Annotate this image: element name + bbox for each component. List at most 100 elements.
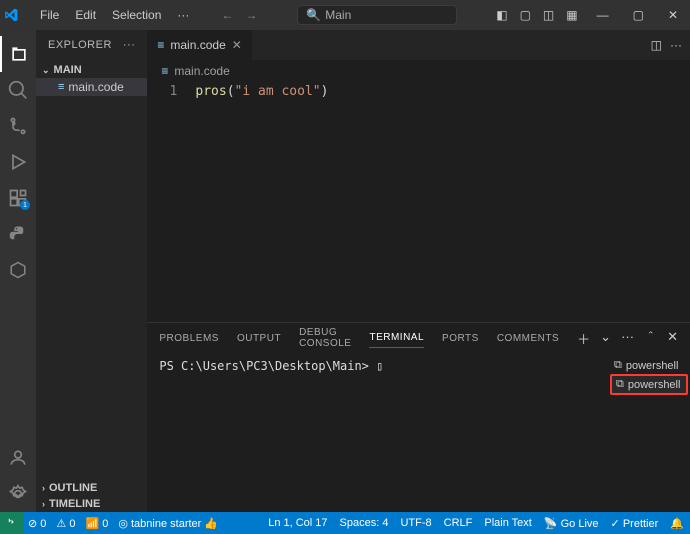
sidebar: EXPLORER ··· ⌄ MAIN ≡ main.code › OUTLIN… <box>36 30 147 512</box>
panel-maximize-icon[interactable]: ＾ <box>644 329 657 348</box>
status-errors[interactable]: ⊘ 0 <box>28 517 46 530</box>
terminal-icon: ⧉ <box>616 378 624 391</box>
maximize-icon[interactable]: ▢ <box>625 8 652 22</box>
terminal-list: ⧉ powershell ⧉ powershell <box>608 353 690 512</box>
vscode-logo-icon <box>4 8 32 22</box>
nav-history: ← → <box>217 8 261 22</box>
terminal-icon: ⧉ <box>614 359 622 372</box>
tab-label: main.code <box>170 38 225 52</box>
editor-area: ≡ main.code ✕ ◫ ··· ≡ main.code 1 pros("… <box>147 30 690 512</box>
activity-bar: 1 <box>0 30 36 512</box>
activity-search[interactable] <box>0 72 36 108</box>
explorer-folder-section: ⌄ MAIN ≡ main.code <box>36 60 147 98</box>
command-center-box[interactable]: 🔍 Main <box>297 5 457 25</box>
outline-header[interactable]: › OUTLINE <box>36 480 147 496</box>
outline-label: OUTLINE <box>49 482 97 494</box>
panel-tab-comments[interactable]: COMMENTS <box>497 329 559 348</box>
terminal-item[interactable]: ⧉ powershell <box>610 357 688 374</box>
file-icon: ≡ <box>157 38 164 52</box>
activity-run-debug[interactable] <box>0 144 36 180</box>
chevron-down-icon: ⌄ <box>42 65 50 76</box>
code-line[interactable]: pros("i am cool") <box>187 82 328 322</box>
timeline-header[interactable]: › TIMELINE <box>36 496 147 512</box>
panel-tab-problems[interactable]: PROBLEMS <box>159 329 219 348</box>
status-cursor-position[interactable]: Ln 1, Col 17 <box>268 517 327 529</box>
activity-settings[interactable] <box>0 476 36 512</box>
explorer-folder-name: MAIN <box>54 64 82 76</box>
status-notifications-icon[interactable]: 🔔 <box>670 517 684 530</box>
panel-tabs: PROBLEMS OUTPUT DEBUG CONSOLE TERMINAL P… <box>147 323 690 353</box>
terminal-name: powershell <box>626 360 679 372</box>
terminal-item-active[interactable]: ⧉ powershell <box>610 374 688 395</box>
status-prettier[interactable]: ✓ Prettier <box>611 517 659 530</box>
activity-extensions[interactable]: 1 <box>0 180 36 216</box>
nav-back-icon[interactable]: ← <box>217 8 237 22</box>
file-item[interactable]: ≡ main.code <box>36 78 147 96</box>
status-radio[interactable]: 📶 0 <box>85 517 108 530</box>
activity-hexagon[interactable] <box>0 252 36 288</box>
minimize-icon[interactable]: — <box>589 8 617 22</box>
terminal-prompt: PS C:\Users\PC3\Desktop\Main> <box>159 359 369 373</box>
extensions-badge: 1 <box>20 200 30 210</box>
file-icon: ≡ <box>161 64 168 78</box>
file-icon: ≡ <box>58 81 64 93</box>
panel-more-icon[interactable]: ··· <box>621 329 634 348</box>
title-bar: File Edit Selection ··· ← → 🔍 Main ◧ ▢ ◫… <box>0 0 690 30</box>
terminal-output[interactable]: PS C:\Users\PC3\Desktop\Main> ▯ <box>147 353 608 512</box>
chevron-right-icon: › <box>42 483 45 493</box>
new-terminal-icon[interactable]: ＋ <box>577 329 590 348</box>
search-icon: 🔍 <box>306 8 321 22</box>
editor-tab[interactable]: ≡ main.code ✕ <box>147 30 252 60</box>
explorer-folder-header[interactable]: ⌄ MAIN <box>36 62 147 78</box>
panel-tab-output[interactable]: OUTPUT <box>237 329 281 348</box>
remote-button[interactable] <box>0 512 24 534</box>
status-language[interactable]: Plain Text <box>484 517 532 529</box>
status-encoding[interactable]: UTF-8 <box>400 517 431 529</box>
file-name: main.code <box>68 80 123 94</box>
status-warnings[interactable]: ⚠ 0 <box>56 517 75 530</box>
activity-account[interactable] <box>0 440 36 476</box>
bottom-panel: PROBLEMS OUTPUT DEBUG CONSOLE TERMINAL P… <box>147 322 690 512</box>
activity-source-control[interactable] <box>0 108 36 144</box>
line-number: 1 <box>147 84 177 99</box>
menu-selection[interactable]: Selection <box>104 8 169 22</box>
customize-layout-icon[interactable]: ▦ <box>563 8 580 22</box>
menu-more[interactable]: ··· <box>169 8 197 22</box>
panel-tab-ports[interactable]: PORTS <box>442 329 479 348</box>
sidebar-more-icon[interactable]: ··· <box>123 39 136 51</box>
layout-controls: ◧ ▢ ◫ ▦ <box>493 8 580 22</box>
command-center: 🔍 Main <box>261 5 493 25</box>
terminal-cursor: ▯ <box>376 359 383 373</box>
breadcrumb[interactable]: ≡ main.code <box>147 60 690 82</box>
close-icon[interactable]: ✕ <box>660 8 686 22</box>
timeline-label: TIMELINE <box>49 498 100 510</box>
panel-tab-terminal[interactable]: TERMINAL <box>369 328 424 348</box>
line-gutter: 1 <box>147 82 187 322</box>
split-right-icon[interactable]: ◫ <box>651 38 662 52</box>
toggle-sidebar-icon[interactable]: ▢ <box>517 8 534 22</box>
nav-forward-icon[interactable]: → <box>241 8 261 22</box>
split-editor-icon[interactable]: ◫ <box>540 8 557 22</box>
editor-body[interactable]: 1 pros("i am cool") <box>147 82 690 322</box>
window-controls: — ▢ ✕ <box>589 8 686 22</box>
menu-file[interactable]: File <box>32 8 67 22</box>
terminal-dropdown-icon[interactable]: ⌄ <box>600 329 611 348</box>
code-function: pros <box>195 84 226 99</box>
activity-explorer[interactable] <box>0 36 36 72</box>
menu-edit[interactable]: Edit <box>67 8 104 22</box>
status-tabnine[interactable]: ◎ tabnine starter 👍 <box>118 517 218 530</box>
tab-close-icon[interactable]: ✕ <box>232 38 242 52</box>
activity-python[interactable] <box>0 216 36 252</box>
status-eol[interactable]: CRLF <box>444 517 473 529</box>
status-golive[interactable]: 📡 Go Live <box>544 517 599 530</box>
tab-bar: ≡ main.code ✕ ◫ ··· <box>147 30 690 60</box>
sidebar-header: EXPLORER ··· <box>36 30 147 60</box>
tab-more-icon[interactable]: ··· <box>670 38 682 52</box>
terminal-name: powershell <box>628 379 681 391</box>
sidebar-title: EXPLORER <box>48 39 112 51</box>
panel-close-icon[interactable]: ✕ <box>667 329 678 348</box>
panel-tab-debug[interactable]: DEBUG CONSOLE <box>299 323 351 353</box>
status-bar: ⊘ 0 ⚠ 0 📶 0 ◎ tabnine starter 👍 Ln 1, Co… <box>0 512 690 534</box>
status-indent[interactable]: Spaces: 4 <box>340 517 389 529</box>
toggle-panel-icon[interactable]: ◧ <box>493 8 510 22</box>
